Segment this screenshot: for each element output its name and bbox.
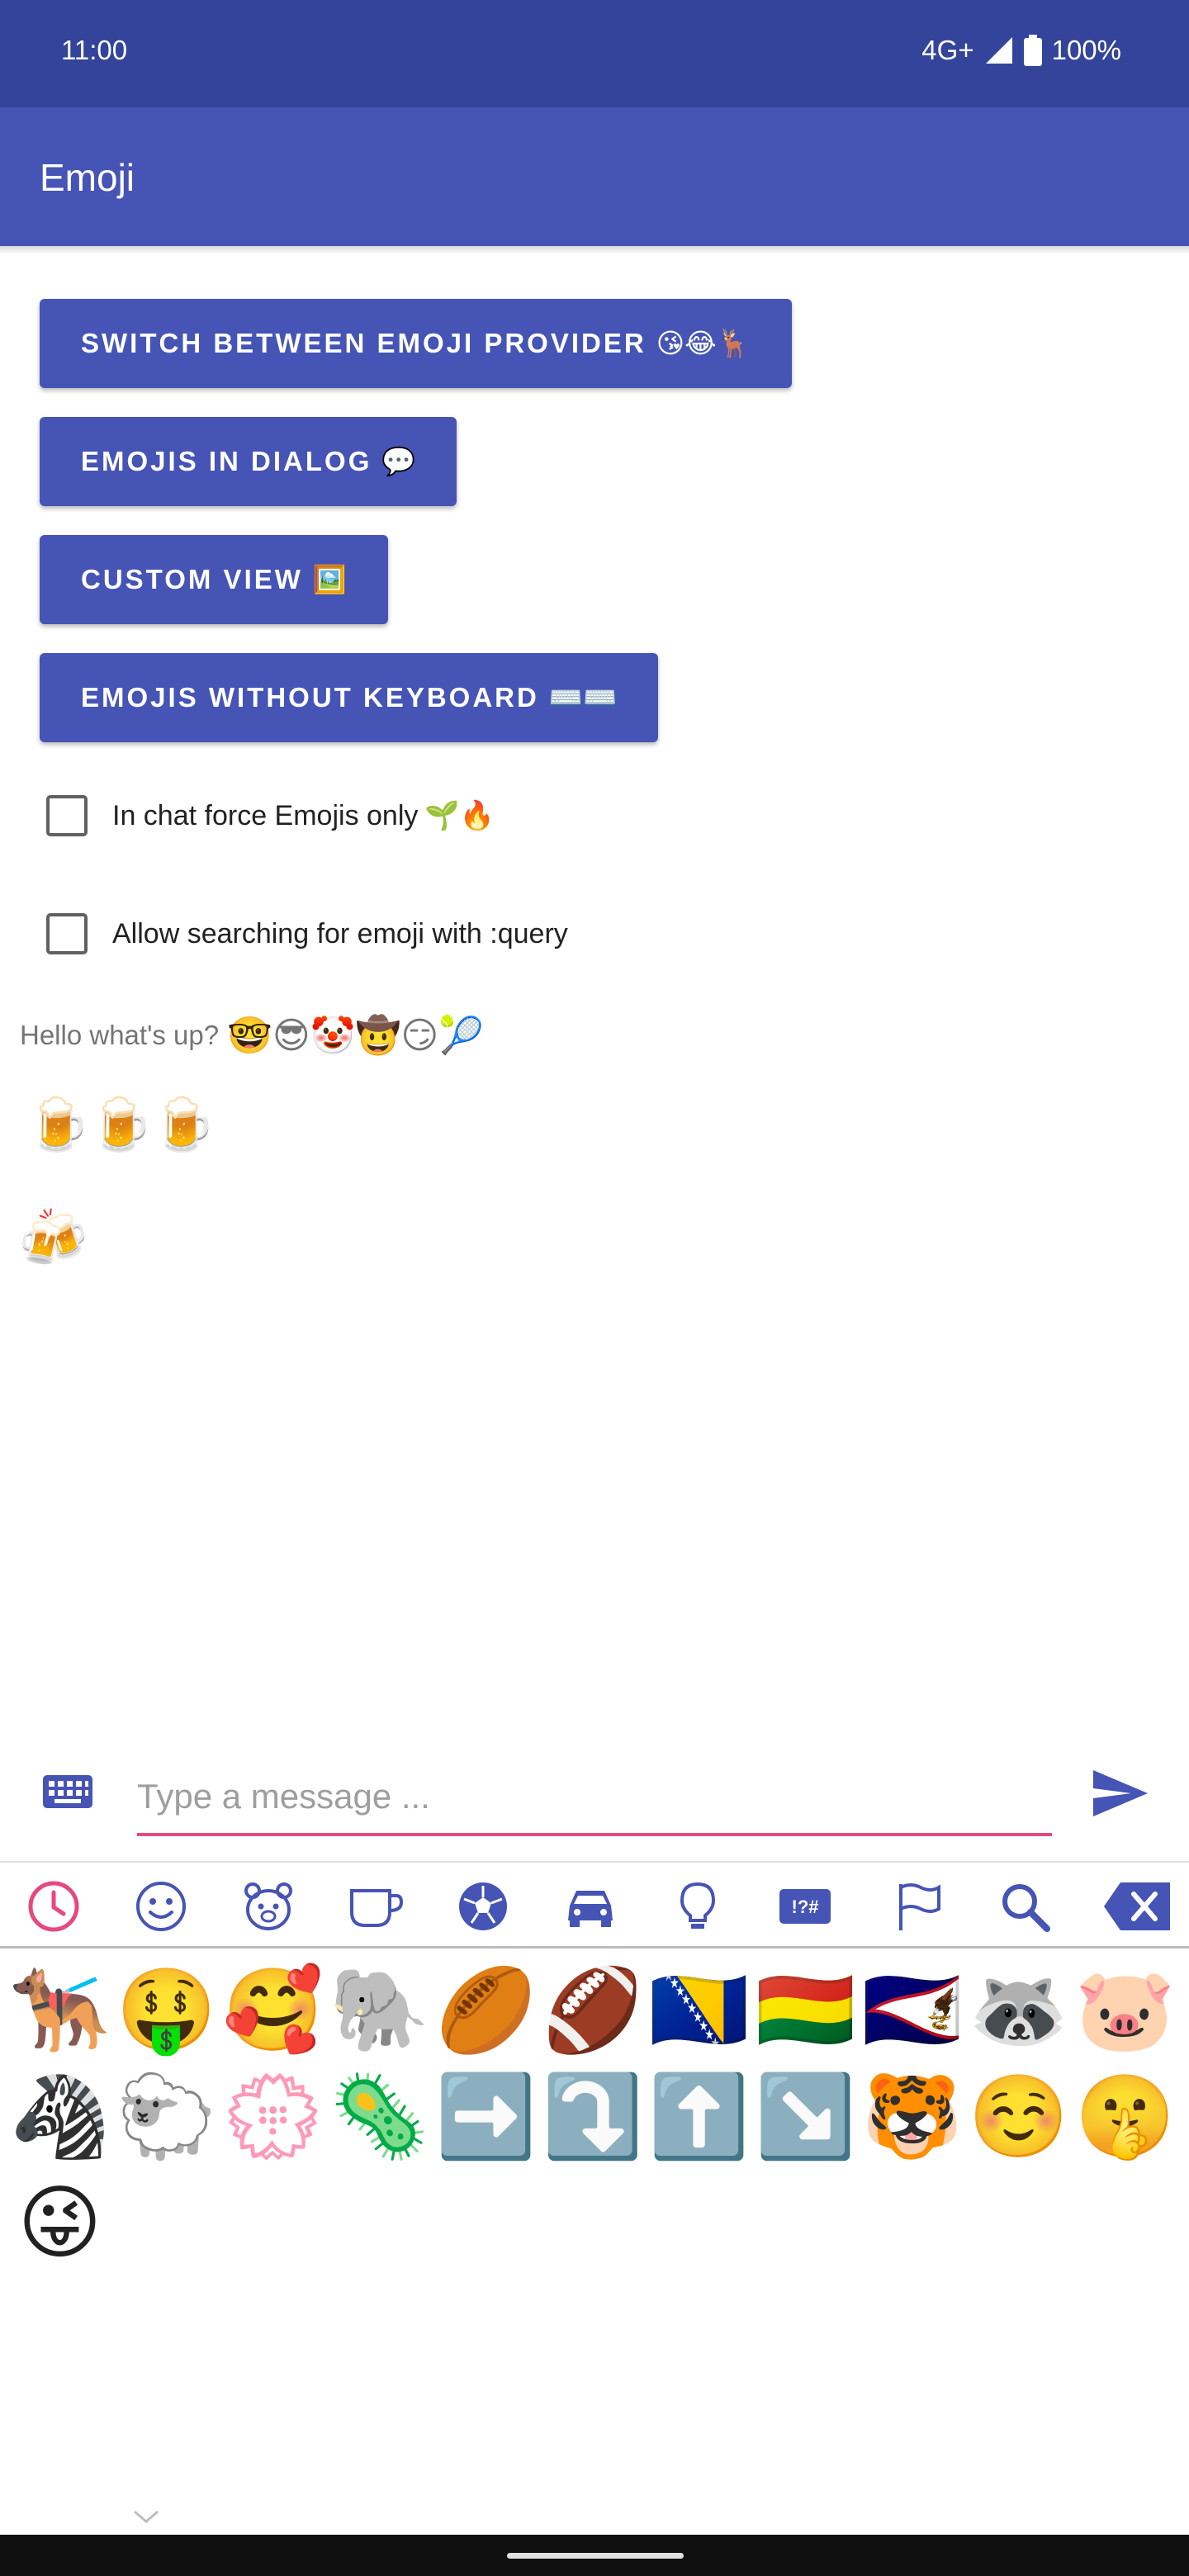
system-navigation-bar [0, 2535, 1189, 2576]
allow-emoji-search-checkbox[interactable] [46, 913, 88, 954]
emoji-cell[interactable]: 🐷 [1072, 1957, 1178, 2063]
chat-message-text: Hello what's up? [20, 1020, 220, 1050]
cheers-emoji: 🍻 [18, 1207, 88, 1270]
chat-message-emoji: 🤓😎🤡🤠😏🎾 [227, 1016, 484, 1056]
button-label: SWITCH BETWEEN EMOJI PROVIDER [81, 328, 647, 358]
recent-clock-icon[interactable] [25, 1878, 83, 1935]
emoji-cell[interactable]: ⤵️ [539, 2063, 646, 2170]
bear-icon[interactable] [239, 1878, 297, 1935]
app-bar-shadow [0, 246, 1189, 254]
status-indicators: 4G+ 100% [921, 35, 1121, 66]
battery-percent: 100% [1051, 35, 1121, 65]
emoji-cell[interactable]: 🐑 [113, 2063, 220, 2170]
home-gesture-handle[interactable] [507, 2553, 684, 2559]
lightbulb-icon[interactable] [669, 1878, 727, 1935]
battery-icon [1023, 35, 1042, 66]
emoji-cell[interactable]: 🇧🇦 [646, 1957, 752, 2063]
beer-emoji: 🍺 [26, 1096, 91, 1153]
emoji-cell[interactable]: ➡️ [433, 2063, 539, 2170]
input-underline [137, 1833, 1052, 1836]
emoji-cell[interactable]: 🇧🇴 [752, 1957, 859, 2063]
car-icon[interactable] [561, 1878, 619, 1935]
chevron-down-icon[interactable] [132, 2508, 160, 2529]
force-emojis-only-checkbox-row[interactable]: In chat force Emojis only 🌱🔥 [46, 795, 495, 836]
soccer-ball-icon[interactable] [454, 1878, 512, 1935]
emoji-cell[interactable]: 🤑 [113, 1957, 220, 2063]
search-icon[interactable] [996, 1878, 1054, 1935]
emoji-cell[interactable]: 🐯 [859, 2063, 965, 2170]
emoji-cell[interactable]: 🦓 [7, 2063, 113, 2170]
keyboard-icon[interactable] [41, 1773, 94, 1814]
emojis-in-dialog-button[interactable]: EMOJIS IN DIALOG 💬 [40, 417, 457, 506]
switch-emoji-provider-button[interactable]: SWITCH BETWEEN EMOJI PROVIDER 😘😂🦌 [40, 299, 792, 388]
button-label: CUSTOM VIEW [81, 564, 303, 594]
emoji-cell[interactable]: 🐘 [326, 1957, 433, 2063]
page-title: Emoji [40, 156, 135, 199]
emoji-cell[interactable]: 🇦🇸 [859, 1957, 965, 2063]
emoji-cell[interactable]: ↘️ [752, 2063, 859, 2170]
force-emojis-only-checkbox[interactable] [46, 795, 88, 836]
emoji-cell[interactable]: ⬆️ [646, 2063, 752, 2170]
emoji-cell[interactable]: 🤫 [1072, 2063, 1178, 2170]
smiley-icon[interactable] [132, 1878, 190, 1935]
app-bar: Emoji [0, 107, 1189, 246]
status-time: 11:00 [61, 35, 128, 65]
emoji-cell[interactable]: 😜 [7, 2170, 113, 2276]
cup-icon[interactable] [347, 1878, 405, 1935]
emoji-cell[interactable]: 🏈 [539, 1957, 646, 2063]
button-emoji: 😘😂🦌 [656, 328, 751, 358]
emoji-category-bar: !?# [0, 1861, 1189, 1949]
status-bar: 11:00 4G+ 100% [0, 0, 1189, 107]
chat-message: Hello what's up? 🤓😎🤡🤠😏🎾 [20, 1014, 484, 1057]
signal-icon [984, 36, 1014, 65]
button-emoji: ⌨️⌨️ [548, 681, 618, 713]
checkbox-label: In chat force Emojis only [112, 799, 419, 831]
button-label: EMOJIS WITHOUT KEYBOARD [81, 682, 539, 713]
button-emoji: 💬 [381, 445, 416, 476]
send-icon[interactable] [1092, 1769, 1149, 1822]
network-type: 4G+ [921, 35, 974, 65]
custom-view-button[interactable]: CUSTOM VIEW 🖼️ [40, 535, 388, 624]
button-label: EMOJIS IN DIALOG [81, 446, 372, 476]
checkbox-label: Allow searching for emoji with :query [112, 917, 568, 949]
symbols-label: !?# [792, 1896, 819, 1917]
message-input[interactable] [137, 1764, 1052, 1830]
emojis-without-keyboard-button[interactable]: EMOJIS WITHOUT KEYBOARD ⌨️⌨️ [40, 653, 659, 742]
backspace-icon[interactable] [1101, 1878, 1172, 1935]
emoji-cell[interactable]: 🥰 [220, 1957, 326, 2063]
emoji-cell[interactable]: 🦝 [965, 1957, 1072, 2063]
beer-emoji: 🍺 [89, 1096, 154, 1153]
emoji-cell[interactable]: ☺️ [965, 2063, 1072, 2170]
allow-emoji-search-checkbox-row[interactable]: Allow searching for emoji with :query [46, 913, 568, 954]
symbols-icon[interactable]: !?# [776, 1878, 834, 1935]
button-emoji: 🖼️ [312, 563, 347, 594]
message-composer [0, 1750, 1189, 1858]
flag-icon[interactable] [890, 1878, 948, 1935]
emoji-cell[interactable]: 🐕‍🦺 [7, 1957, 113, 2063]
emoji-cell[interactable]: 🏉 [433, 1957, 539, 2063]
emoji-cell[interactable]: 🦠 [326, 2063, 433, 2170]
beer-emoji: 🍺 [152, 1096, 216, 1153]
checkbox-emoji: 🌱🔥 [424, 800, 495, 831]
emoji-cell[interactable]: 💮 [220, 2063, 326, 2170]
